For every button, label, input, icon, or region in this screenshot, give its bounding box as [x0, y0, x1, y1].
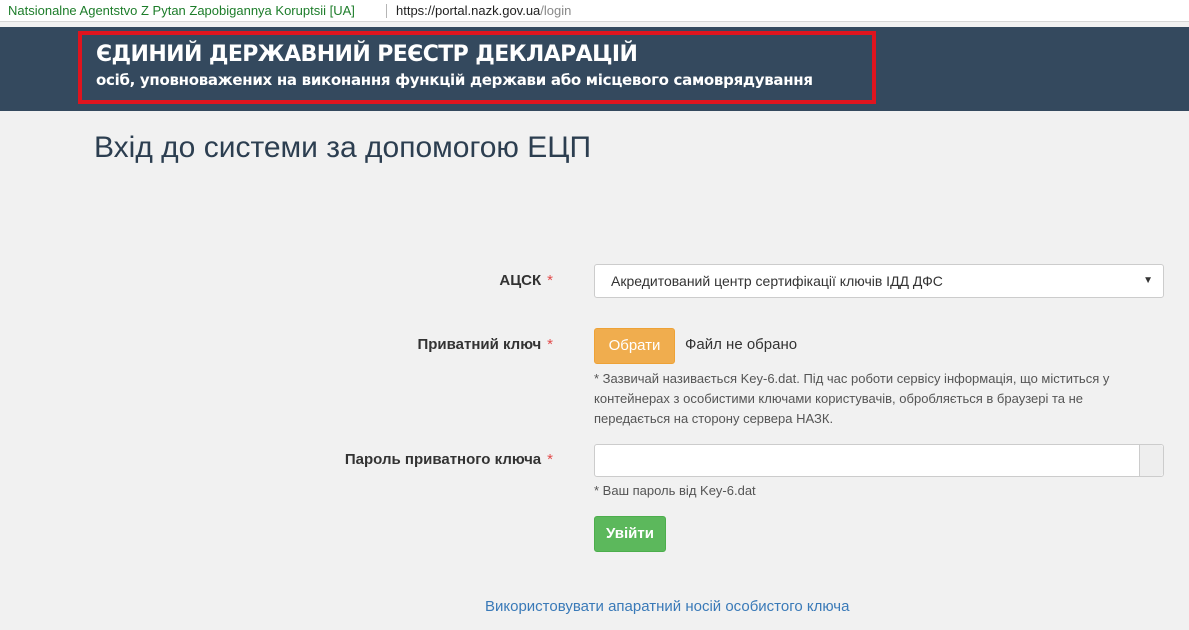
- private-key-label-text: Приватний ключ: [417, 336, 542, 353]
- password-label-text: Пароль приватного ключа: [344, 451, 542, 468]
- required-mark: *: [547, 272, 553, 289]
- acsk-select[interactable]: Акредитований центр сертифікації ключів …: [594, 264, 1164, 298]
- url-field[interactable]: https://portal.nazk.gov.ua/login: [396, 0, 571, 22]
- private-key-help: * Зазвичай називається Key-6.dat. Під ча…: [594, 371, 1110, 426]
- required-mark: *: [547, 451, 553, 468]
- password-addon[interactable]: [1139, 445, 1163, 476]
- page-title: Вхід до системи за допомогою ЕЦП: [94, 131, 592, 164]
- private-key-label: Приватний ключ *: [417, 336, 553, 353]
- required-mark: *: [547, 336, 553, 353]
- acsk-label: АЦСК *: [499, 272, 553, 289]
- address-separator: [386, 4, 387, 18]
- acsk-label-text: АЦСК: [499, 272, 542, 289]
- acsk-selected-value: Акредитований центр сертифікації ключів …: [611, 273, 943, 289]
- password-help: * Ваш пароль від Key-6.dat: [594, 483, 756, 498]
- choose-file-button[interactable]: Обрати: [594, 328, 675, 364]
- file-status: Файл не обрано: [685, 336, 798, 353]
- url-host: https://portal.nazk.gov.ua: [396, 3, 541, 18]
- registry-banner[interactable]: ЄДИНИЙ ДЕРЖАВНИЙ РЕЄСТР ДЕКЛАРАЦІЙ осіб,…: [78, 31, 876, 104]
- hardware-key-link[interactable]: Використовувати апаратний носій особисто…: [485, 598, 849, 615]
- registry-title: ЄДИНИЙ ДЕРЖАВНИЙ РЕЄСТР ДЕКЛАРАЦІЙ: [96, 42, 638, 67]
- login-button[interactable]: Увійти: [594, 516, 666, 552]
- url-path: /login: [540, 3, 572, 18]
- site-header: ЄДИНИЙ ДЕРЖАВНИЙ РЕЄСТР ДЕКЛАРАЦІЙ осіб,…: [0, 27, 1189, 111]
- password-label: Пароль приватного ключа *: [345, 451, 553, 468]
- chevron-down-icon: ▼: [1143, 275, 1153, 286]
- address-bar[interactable]: Natsionalne Agentstvo Z Pytan Zapobigann…: [0, 0, 1189, 22]
- registry-subtitle: осіб, уповноважених на виконання функцій…: [96, 71, 813, 89]
- site-identity: Natsionalne Agentstvo Z Pytan Zapobigann…: [8, 3, 355, 18]
- password-input[interactable]: [595, 445, 1139, 476]
- password-group: [594, 444, 1164, 477]
